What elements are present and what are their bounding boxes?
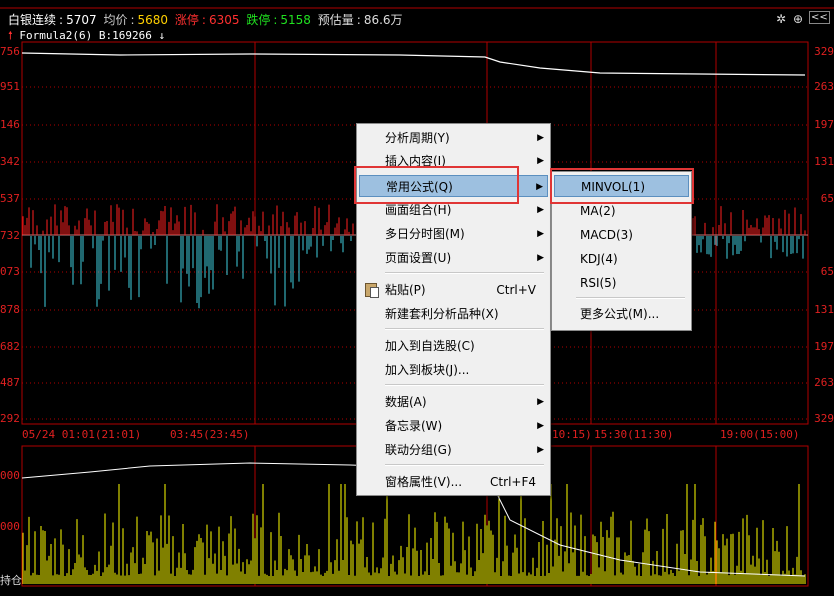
up-arrow-icon: 🠕 [8, 29, 13, 42]
settings-icon[interactable]: ✲ [776, 12, 786, 26]
submenu-arrow-icon: ▶ [536, 182, 543, 192]
paste-icon [365, 283, 379, 298]
formula-b-value: 169266 [112, 29, 152, 42]
quote-header: 白银连续:5707 均价:5680 涨停:6305 跌停:5158 预估量:86… [8, 13, 403, 27]
vol-axis-label: 000 [0, 469, 20, 482]
est-vol-value: 86.6万 [363, 13, 403, 27]
submenu-item-more-formulas[interactable]: 更多公式(M)... [554, 303, 689, 325]
submenu-arrow-icon: ▶ [537, 156, 544, 166]
x-label: 03:45(23:45) [170, 428, 250, 441]
y-axis-label-left: 537 [0, 192, 20, 205]
y-axis-label-left: 342 [0, 155, 20, 168]
open-interest-label: 持仓 [0, 574, 22, 587]
submenu-arrow-icon: ▶ [537, 133, 544, 143]
y-axis-label-right: 65 [820, 265, 834, 278]
y-axis-label-left: 756 [0, 45, 20, 58]
submenu-arrow-icon: ▶ [537, 421, 544, 431]
y-axis-label-right: 329 [814, 45, 834, 58]
callout-box-common-formulas [354, 166, 519, 204]
est-vol-label: 预估量 [317, 13, 354, 27]
zoom-icon[interactable]: ⊕ [793, 12, 803, 26]
submenu-item-rsi[interactable]: RSI(5) [554, 272, 689, 294]
price-line [21, 52, 806, 76]
menu-item-paste[interactable]: 粘贴(P) Ctrl+V [359, 279, 548, 301]
menu-item-memo[interactable]: 备忘录(W) ▶ [359, 415, 548, 437]
y-axis-label-left: 878 [0, 303, 20, 316]
down-arrow-icon: ↓ [158, 29, 166, 42]
menu-item-new-arbitrage[interactable]: 新建套利分析品种(X) [359, 303, 548, 325]
menu-item-page-setup[interactable]: 页面设置(U) ▶ [359, 247, 548, 269]
x-label: 19:00(15:00) [720, 428, 800, 441]
vol-axis-label: 000 [0, 520, 20, 533]
menu-item-multi-day-chart[interactable]: 多日分时图(M) ▶ [359, 223, 548, 245]
instrument-name: 白银连续 [8, 13, 57, 27]
menu-item-link-group[interactable]: 联动分组(G) ▶ [359, 439, 548, 461]
limit-down-value: 5158 [280, 13, 311, 27]
menu-item-add-to-sector[interactable]: 加入到板块(J)... [359, 359, 548, 381]
formula-name: Formula2(6) [19, 29, 93, 42]
menu-separator [385, 272, 544, 274]
limit-up-value: 6305 [208, 13, 240, 27]
y-axis-label-right: 263 [814, 376, 834, 389]
y-axis-label-left: 487 [0, 376, 20, 389]
menu-separator [385, 384, 544, 386]
menu-item-analysis-period[interactable]: 分析周期(Y) ▶ [359, 127, 548, 149]
y-axis-label-right: 263 [814, 80, 834, 93]
callout-box-minvol [550, 168, 694, 204]
submenu-arrow-icon: ▶ [537, 253, 544, 263]
limit-up-label: 涨停 [174, 13, 199, 27]
menu-separator [385, 328, 544, 330]
y-axis-label-left: 146 [0, 118, 20, 131]
formula-b-label: B: [98, 29, 113, 42]
last-price: 5707 [66, 13, 97, 27]
y-axis-label-left: 292 [0, 412, 20, 425]
submenu-arrow-icon: ▶ [537, 445, 544, 455]
limit-down-label: 跌停 [246, 13, 271, 27]
menu-item-add-to-watchlist[interactable]: 加入到自选股(C) [359, 335, 548, 357]
submenu-arrow-icon: ▶ [537, 205, 544, 215]
y-axis-label-right: 65 [820, 192, 834, 205]
menu-item-pane-properties[interactable]: 窗格属性(V)... Ctrl+F4 [359, 471, 548, 493]
y-axis-label-left: 682 [0, 340, 20, 353]
formula-line: 🠕 Formula2(6) B:169266 ↓ [8, 27, 165, 46]
y-axis-label-left: 073 [0, 265, 20, 278]
menu-separator [385, 464, 544, 466]
submenu-item-kdj[interactable]: KDJ(4) [554, 248, 689, 270]
x-label: 05/24 01:01(21:01) [22, 428, 142, 441]
avg-label: 均价 [103, 13, 128, 27]
menu-separator [576, 297, 685, 299]
y-axis-label-right: 329 [814, 412, 834, 425]
submenu-item-macd[interactable]: MACD(3) [554, 224, 689, 246]
y-axis-label-right: 131 [814, 303, 834, 316]
y-axis-label-right: 197 [814, 340, 834, 353]
y-axis-label-right: 131 [814, 155, 834, 168]
menu-item-data[interactable]: 数据(A) ▶ [359, 391, 548, 413]
submenu-arrow-icon: ▶ [537, 229, 544, 239]
y-axis-label-left: 732 [0, 229, 20, 242]
y-axis-label-left: 951 [0, 80, 20, 93]
x-label: 10:15) [552, 428, 592, 441]
submenu-arrow-icon: ▶ [537, 397, 544, 407]
y-axis-label-right: 197 [814, 118, 834, 131]
avg-price: 5680 [137, 13, 169, 27]
collapse-button[interactable]: << [809, 11, 830, 24]
x-label: 15:30(11:30) [594, 428, 674, 441]
